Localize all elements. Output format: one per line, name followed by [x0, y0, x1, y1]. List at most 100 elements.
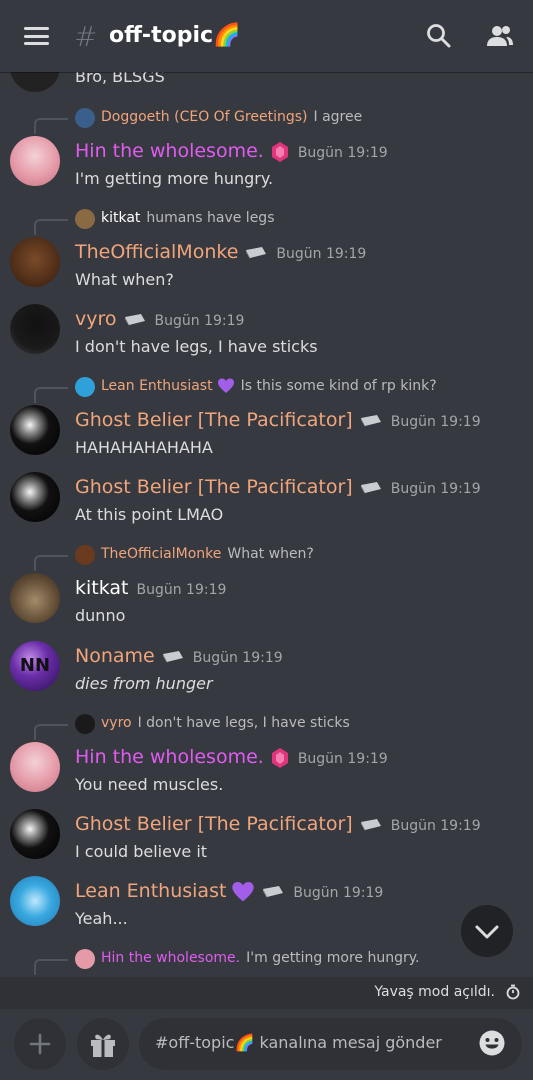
- purple-heart-icon: [232, 881, 255, 901]
- message-body: You need muscles.: [75, 775, 224, 794]
- search-icon[interactable]: [425, 22, 453, 50]
- hypesquad-badge-icon: [246, 246, 267, 259]
- avatar[interactable]: NN: [10, 641, 60, 691]
- reply-text: Is this some kind of rp kink?: [240, 378, 437, 394]
- message-body: I could believe it: [75, 842, 208, 861]
- reply-avatar: [75, 545, 95, 565]
- reply-author: Lean Enthusiast Is this some kind of rp k…: [101, 378, 437, 394]
- slowmode-bar: Yavaş mod açıldı.: [0, 977, 533, 1009]
- message-body: dies from hunger: [75, 674, 213, 693]
- avatar[interactable]: [10, 573, 60, 623]
- hypesquad-badge-icon: [360, 414, 381, 427]
- hypesquad-badge-icon: [360, 481, 381, 494]
- username[interactable]: Noname Bugün 19:19: [75, 645, 283, 667]
- reply-connector: [34, 219, 68, 235]
- hypesquad-badge-icon: [360, 818, 381, 831]
- message-body: I'm getting more hungry.: [75, 169, 274, 188]
- purple-heart-icon: [217, 378, 234, 393]
- jump-to-bottom-button[interactable]: [461, 905, 513, 957]
- reply-avatar: [75, 714, 95, 734]
- reply-text: I don't have legs, I have sticks: [137, 715, 350, 731]
- reply-text: humans have legs: [146, 210, 275, 226]
- reply-preview[interactable]: TheOfficialMonke What when?: [0, 543, 533, 571]
- username[interactable]: Hin the wholesome. Bugün 19:19: [75, 140, 388, 163]
- reply-connector: [34, 387, 68, 403]
- reply-preview[interactable]: vyro I don't have legs, I have sticks: [0, 712, 533, 740]
- channel-name: off-topic: [109, 23, 214, 48]
- hypesquad-badge-icon: [162, 650, 183, 663]
- attach-button[interactable]: [14, 1018, 66, 1070]
- username[interactable]: TheOfficialMonke Bugün 19:19: [75, 241, 366, 263]
- avatar[interactable]: [10, 136, 60, 186]
- hamburger-icon[interactable]: [24, 27, 49, 45]
- boost-gem-icon: [271, 141, 288, 162]
- members-icon[interactable]: [486, 22, 514, 50]
- message-input-placeholder: #off-topic🌈 kanalına mesaj gönder: [155, 1033, 442, 1052]
- reply-preview[interactable]: Lean Enthusiast Is this some kind of rp k…: [0, 375, 533, 403]
- reply-avatar: [75, 377, 95, 397]
- timestamp: Bugün 19:19: [136, 582, 227, 598]
- username[interactable]: kitkat Bugün 19:19: [75, 577, 226, 599]
- gift-icon: [91, 1034, 115, 1057]
- message-body: Yeah...: [75, 909, 128, 928]
- message-input[interactable]: #off-topic🌈 kanalına mesaj gönder: [139, 1018, 522, 1070]
- avatar[interactable]: [10, 876, 60, 926]
- username[interactable]: Hin the wholesome. Bugün 19:19: [75, 746, 388, 769]
- message-body: dunno: [75, 606, 126, 625]
- reply-connector: [34, 724, 68, 740]
- username[interactable]: Ghost Belier [The Pacificator] Bugün 19:1…: [75, 409, 481, 431]
- gift-button[interactable]: [77, 1018, 129, 1070]
- timestamp: Bugün 19:19: [297, 751, 388, 767]
- channel-title: off-topic🌈: [109, 23, 240, 48]
- username[interactable]: Ghost Belier [The Pacificator] Bugün 19:1…: [75, 476, 481, 498]
- message-body: At this point LMAO: [75, 505, 224, 524]
- message-body: Bro, BLSGS: [75, 72, 165, 86]
- reply-preview[interactable]: Doggoeth (CEO Of Greetings) I agree: [0, 106, 533, 134]
- avatar[interactable]: [10, 237, 60, 287]
- hash-icon: #: [74, 20, 98, 53]
- reply-avatar: [75, 949, 95, 969]
- avatar[interactable]: [10, 72, 60, 92]
- username[interactable]: Ghost Belier [The Pacificator] Bugün 19:1…: [75, 813, 481, 835]
- reply-avatar: [75, 108, 95, 128]
- reply-author: Doggoeth (CEO Of Greetings) I agree: [101, 109, 363, 125]
- timestamp: Bugün 19:19: [276, 246, 367, 262]
- reply-connector: [34, 555, 68, 571]
- timestamp: Bugün 19:19: [390, 414, 481, 430]
- avatar[interactable]: [10, 405, 60, 455]
- reply-preview[interactable]: kitkat humans have legs: [0, 207, 533, 235]
- slowmode-text: Yavaş mod açıldı.: [374, 984, 495, 1000]
- chevron-down-icon: [475, 925, 499, 939]
- reply-author: TheOfficialMonke What when?: [101, 546, 314, 562]
- avatar[interactable]: [10, 304, 60, 354]
- timestamp: Bugün 19:19: [154, 313, 245, 329]
- channel-emoji: 🌈: [213, 23, 241, 48]
- timestamp: Bugün 19:19: [390, 481, 481, 497]
- timestamp: Bugün 19:19: [390, 818, 481, 834]
- reply-text: I agree: [313, 109, 363, 125]
- hypesquad-badge-icon: [124, 313, 145, 326]
- avatar[interactable]: [10, 742, 60, 792]
- reply-connector: [34, 118, 68, 134]
- reply-preview[interactable]: Hin the wholesome. I'm getting more hungr…: [0, 947, 533, 975]
- channel-header: # off-topic🌈: [0, 0, 533, 72]
- timer-icon: [506, 984, 520, 1000]
- timestamp: Bugün 19:19: [293, 885, 384, 901]
- message-body: HAHAHAHAHAHA: [75, 438, 213, 457]
- reply-text: What when?: [227, 546, 314, 562]
- username[interactable]: vyro Bugün 19:19: [75, 308, 244, 330]
- message-list[interactable]: Bro, BLSGS Doggoeth (CEO Of Greetings) I …: [0, 72, 533, 977]
- reply-author: kitkat humans have legs: [101, 210, 275, 226]
- reply-text: I'm getting more hungry.: [246, 950, 420, 966]
- emoji-icon[interactable]: [478, 1029, 506, 1057]
- hypesquad-badge-icon: [263, 885, 284, 898]
- username[interactable]: Lean Enthusiast Bugün 19:19: [75, 880, 383, 903]
- plus-icon: [29, 1033, 51, 1055]
- timestamp: Bugün 19:19: [192, 650, 283, 666]
- reply-author: vyro I don't have legs, I have sticks: [101, 715, 350, 731]
- message-composer: #off-topic🌈 kanalına mesaj gönder: [0, 1009, 533, 1080]
- avatar[interactable]: [10, 809, 60, 859]
- timestamp: Bugün 19:19: [297, 145, 388, 161]
- boost-gem-icon: [271, 747, 288, 768]
- avatar[interactable]: [10, 472, 60, 522]
